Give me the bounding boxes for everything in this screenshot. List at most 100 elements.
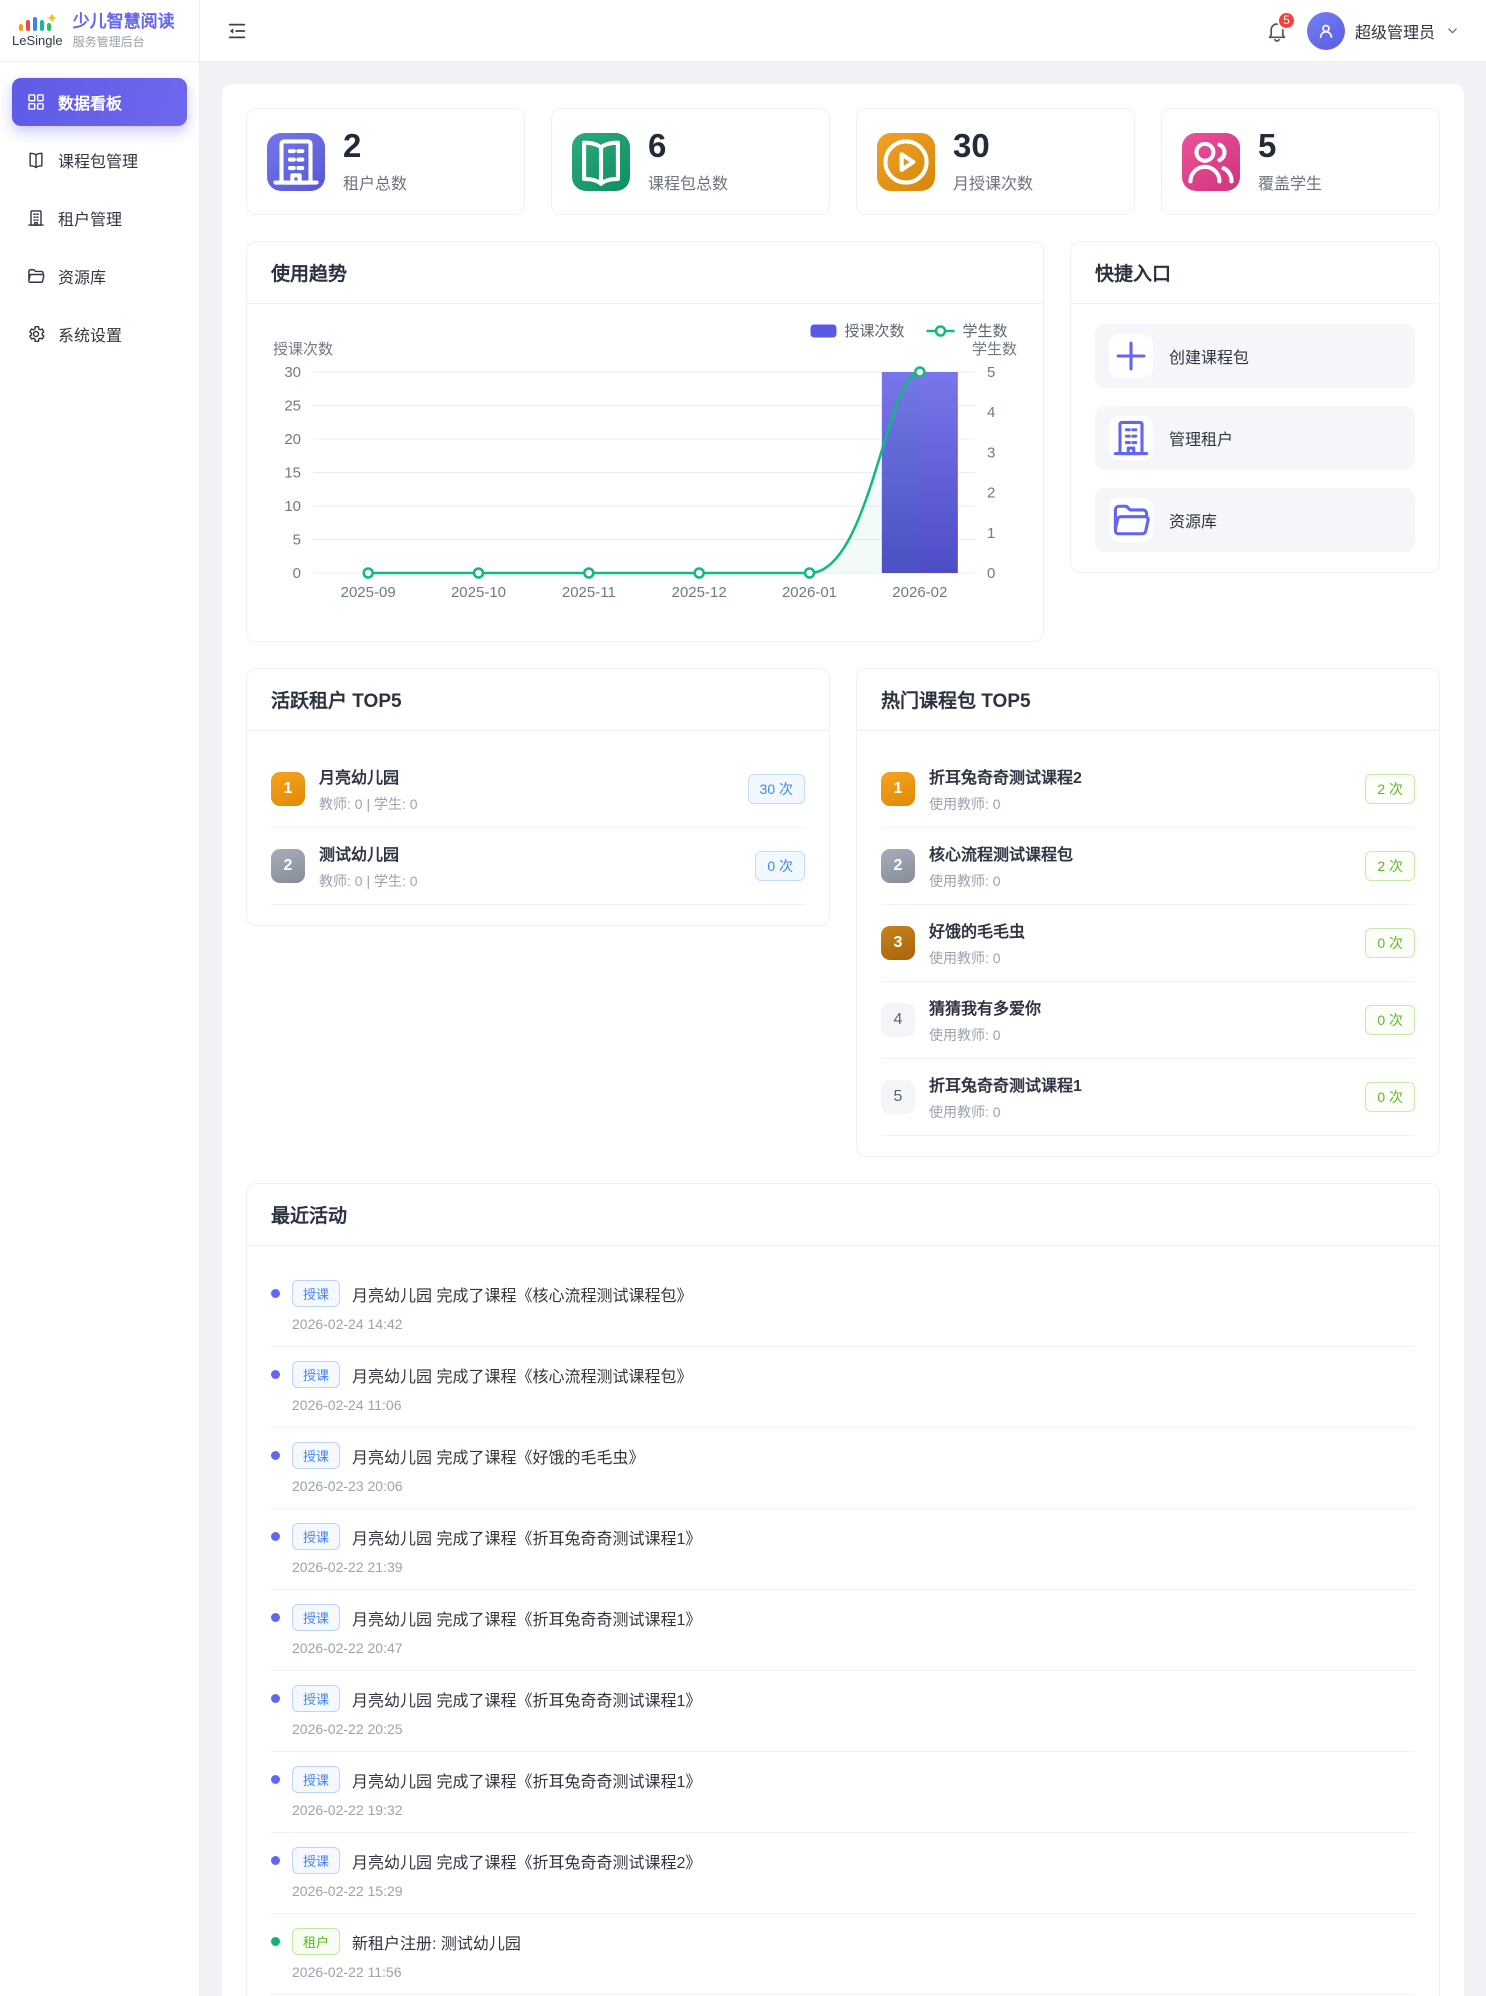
course-name: 好饿的毛毛虫 bbox=[929, 918, 1025, 942]
activity-row: 授课 月亮幼儿园 完成了课程《折耳兔奇奇测试课程1》 2026-02-22 21… bbox=[271, 1509, 1415, 1590]
sidebar-item[interactable]: 租户管理 bbox=[12, 194, 187, 242]
sidebar-nav: 数据看板 课程包管理 租户管理 资源库 bbox=[0, 62, 199, 374]
activity-dot bbox=[271, 1937, 280, 1946]
notification-bell[interactable]: 5 bbox=[1265, 19, 1289, 43]
collapse-sidebar-icon[interactable] bbox=[226, 20, 248, 42]
activity-dot bbox=[271, 1289, 280, 1298]
user-icon bbox=[1316, 21, 1336, 41]
activity-dot bbox=[271, 1532, 280, 1541]
activity-time: 2026-02-24 11:06 bbox=[292, 1397, 1415, 1413]
activity-type-badge: 授课 bbox=[292, 1442, 340, 1469]
activity-dot bbox=[271, 1613, 280, 1622]
quick-entry-label: 创建课程包 bbox=[1169, 344, 1249, 368]
quick-entry-panel: 快捷入口 创建课程包 bbox=[1070, 241, 1440, 573]
activity-time: 2026-02-22 21:39 bbox=[292, 1559, 1415, 1575]
activity-text: 月亮幼儿园 完成了课程《好饿的毛毛虫》 bbox=[352, 1444, 644, 1468]
activity-time: 2026-02-22 15:29 bbox=[292, 1883, 1415, 1899]
gear-icon bbox=[26, 324, 46, 344]
activity-text: 月亮幼儿园 完成了课程《折耳兔奇奇测试课程2》 bbox=[352, 1849, 701, 1873]
plus-icon bbox=[1109, 334, 1153, 378]
activity-type-badge: 租户 bbox=[292, 1928, 340, 1955]
users-icon bbox=[1182, 133, 1240, 191]
stat-card: 6 课程包总数 bbox=[551, 108, 830, 215]
active-tenants-list: 1 月亮幼儿园 教师: 0 | 学生: 0 30 次 2 bbox=[247, 731, 829, 925]
tenant-meta: 教师: 0 | 学生: 0 bbox=[319, 871, 418, 891]
sidebar-item-label: 课程包管理 bbox=[58, 148, 138, 172]
svg-text:0: 0 bbox=[987, 565, 995, 582]
usage-count-badge: 0 次 bbox=[1365, 1082, 1415, 1112]
main-column: 5 超级管理员 2 bbox=[200, 0, 1486, 1996]
activity-type-badge: 授课 bbox=[292, 1523, 340, 1550]
course-row: 2 核心流程测试课程包 使用教师: 0 2 次 bbox=[881, 828, 1415, 905]
tenant-name: 月亮幼儿园 bbox=[319, 764, 418, 788]
activity-row: 授课 月亮幼儿园 完成了课程《折耳兔奇奇测试课程1》 2026-02-22 20… bbox=[271, 1671, 1415, 1752]
sidebar-item-label: 系统设置 bbox=[58, 322, 122, 346]
activity-type-badge: 授课 bbox=[292, 1766, 340, 1793]
user-menu[interactable]: 超级管理员 bbox=[1307, 12, 1460, 50]
svg-text:0: 0 bbox=[293, 565, 301, 582]
activity-type-badge: 授课 bbox=[292, 1280, 340, 1307]
course-row: 4 猜猜我有多爱你 使用教师: 0 0 次 bbox=[881, 982, 1415, 1059]
sidebar-item-label: 租户管理 bbox=[58, 206, 122, 230]
activity-text: 月亮幼儿园 完成了课程《折耳兔奇奇测试课程1》 bbox=[352, 1768, 701, 1792]
svg-text:5: 5 bbox=[987, 364, 995, 381]
svg-text:20: 20 bbox=[284, 431, 301, 448]
usage-count-badge: 0 次 bbox=[755, 851, 805, 881]
active-tenants-panel: 活跃租户 TOP5 1 月亮幼儿园 教师: 0 | 学生: 0 30 次 bbox=[246, 668, 830, 926]
sidebar-item[interactable]: 资源库 bbox=[12, 252, 187, 300]
sidebar-item[interactable]: 系统设置 bbox=[12, 310, 187, 358]
activity-time: 2026-02-24 14:42 bbox=[292, 1316, 1415, 1332]
sidebar-item[interactable]: 课程包管理 bbox=[12, 136, 187, 184]
hot-courses-list: 1 折耳兔奇奇测试课程2 使用教师: 0 2 次 2 bbox=[857, 731, 1439, 1156]
activity-dot bbox=[271, 1451, 280, 1460]
activity-time: 2026-02-22 19:32 bbox=[292, 1802, 1415, 1818]
hot-courses-panel: 热门课程包 TOP5 1 折耳兔奇奇测试课程2 使用教师: 0 2 次 bbox=[856, 668, 1440, 1157]
sidebar-item[interactable]: 数据看板 bbox=[12, 78, 187, 126]
course-row: 1 折耳兔奇奇测试课程2 使用教师: 0 2 次 bbox=[881, 751, 1415, 828]
topbar: 5 超级管理员 bbox=[200, 0, 1486, 62]
usage-trend-chart: 051015202530012345授课次数学生数2025-092025-102… bbox=[247, 304, 1043, 641]
brand-subtitle: 服务管理后台 bbox=[73, 35, 175, 50]
book-icon bbox=[26, 150, 46, 170]
rank-badge: 1 bbox=[881, 772, 915, 806]
activity-row: 租户 新租户注册: 测试幼儿园 2026-02-22 11:56 bbox=[271, 1914, 1415, 1995]
quick-entry-label: 资源库 bbox=[1169, 508, 1217, 532]
svg-text:学生数: 学生数 bbox=[972, 341, 1017, 358]
main-content: 2 租户总数 6 课程包总数 bbox=[200, 62, 1486, 1996]
quick-entry-item[interactable]: 管理租户 bbox=[1095, 406, 1415, 470]
chart-legend[interactable]: 学生数授课次数 bbox=[811, 323, 1008, 340]
activity-time: 2026-02-22 20:47 bbox=[292, 1640, 1415, 1656]
logo-word: LeSingle bbox=[12, 34, 63, 47]
activity-time: 2026-02-23 20:06 bbox=[292, 1478, 1415, 1494]
rank-badge: 2 bbox=[271, 849, 305, 883]
svg-text:2025-09: 2025-09 bbox=[341, 584, 396, 601]
activity-time: 2026-02-22 11:56 bbox=[292, 1964, 1415, 1980]
rank-badge: 1 bbox=[271, 772, 305, 806]
svg-text:15: 15 bbox=[284, 465, 301, 482]
mid-grid: 使用趋势 051015202530012345授课次数学生数2025-09202… bbox=[246, 241, 1440, 642]
tenant-row: 2 测试幼儿园 教师: 0 | 学生: 0 0 次 bbox=[271, 828, 805, 905]
play-circle-icon bbox=[877, 133, 935, 191]
quick-entry-title: 快捷入口 bbox=[1071, 242, 1439, 304]
stat-value: 5 bbox=[1258, 129, 1322, 162]
quick-entry-item[interactable]: 创建课程包 bbox=[1095, 324, 1415, 388]
activity-row: 授课 月亮幼儿园 完成了课程《核心流程测试课程包》 2026-02-24 11:… bbox=[271, 1347, 1415, 1428]
quick-entry-item[interactable]: 资源库 bbox=[1095, 488, 1415, 552]
sidebar-item-label: 数据看板 bbox=[58, 90, 122, 114]
quick-entry-list: 创建课程包 管理租户 bbox=[1095, 324, 1415, 552]
recent-activity-panel: 最近活动 授课 月亮幼儿园 完成了课程《核心流程测试课程包》 2026-02-2… bbox=[246, 1183, 1440, 1996]
activity-type-badge: 授课 bbox=[292, 1604, 340, 1631]
recent-activity-list: 授课 月亮幼儿园 完成了课程《核心流程测试课程包》 2026-02-24 14:… bbox=[247, 1246, 1439, 1996]
svg-text:3: 3 bbox=[987, 444, 995, 461]
svg-text:2: 2 bbox=[987, 485, 995, 502]
stat-label: 租户总数 bbox=[343, 170, 407, 194]
rank-badge: 4 bbox=[881, 1003, 915, 1037]
logo-bars-icon bbox=[17, 14, 57, 32]
quick-entry-label: 管理租户 bbox=[1169, 426, 1233, 450]
svg-text:1: 1 bbox=[987, 525, 995, 542]
course-name: 折耳兔奇奇测试课程2 bbox=[929, 764, 1082, 788]
stats-grid: 2 租户总数 6 课程包总数 bbox=[246, 108, 1440, 215]
usage-count-badge: 2 次 bbox=[1365, 774, 1415, 804]
activity-text: 月亮幼儿园 完成了课程《核心流程测试课程包》 bbox=[352, 1282, 692, 1306]
activity-type-badge: 授课 bbox=[292, 1361, 340, 1388]
